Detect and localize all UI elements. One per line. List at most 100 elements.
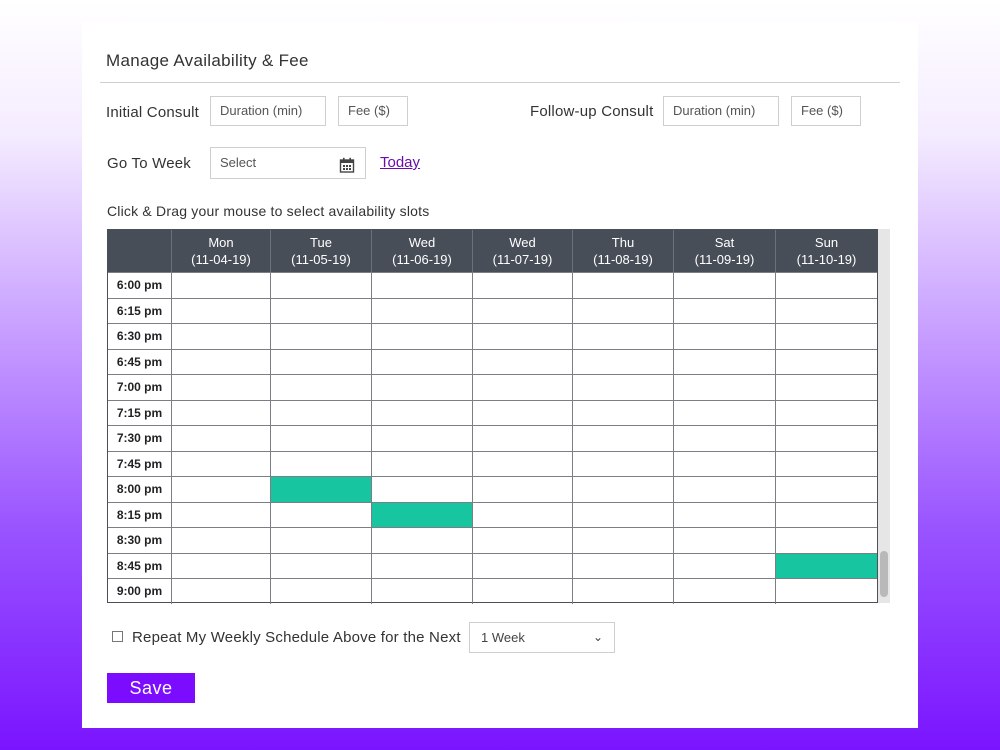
slot-cell[interactable] <box>472 349 572 374</box>
slot-cell[interactable] <box>171 502 270 527</box>
slot-cell[interactable] <box>171 553 270 578</box>
followup-duration-input[interactable]: Duration (min) <box>663 96 779 126</box>
slot-cell[interactable] <box>270 375 371 400</box>
slot-cell[interactable] <box>371 349 472 374</box>
slot-cell[interactable] <box>673 528 775 553</box>
today-link[interactable]: Today <box>380 154 420 171</box>
slot-cell[interactable] <box>572 400 673 425</box>
slot-cell[interactable] <box>472 375 572 400</box>
slot-cell[interactable] <box>775 349 877 374</box>
repeat-checkbox[interactable] <box>112 631 123 642</box>
slot-cell[interactable] <box>572 528 673 553</box>
slot-cell[interactable] <box>572 579 673 604</box>
initial-fee-input[interactable]: Fee ($) <box>338 96 408 126</box>
slot-cell[interactable] <box>171 273 270 298</box>
slot-cell[interactable] <box>775 273 877 298</box>
slot-cell[interactable] <box>371 400 472 425</box>
slot-cell[interactable] <box>171 477 270 502</box>
slot-cell[interactable] <box>371 426 472 451</box>
slot-cell[interactable] <box>572 553 673 578</box>
slot-cell[interactable] <box>572 349 673 374</box>
slot-cell[interactable] <box>775 579 877 604</box>
slot-cell[interactable] <box>673 400 775 425</box>
slot-cell[interactable] <box>270 298 371 323</box>
slot-cell[interactable] <box>673 324 775 349</box>
slot-cell[interactable] <box>270 324 371 349</box>
slot-cell[interactable] <box>270 400 371 425</box>
followup-fee-input[interactable]: Fee ($) <box>791 96 861 126</box>
slot-cell[interactable] <box>775 375 877 400</box>
slot-cell[interactable] <box>472 426 572 451</box>
slot-cell[interactable] <box>270 426 371 451</box>
slot-cell[interactable] <box>673 477 775 502</box>
slot-cell[interactable] <box>171 298 270 323</box>
slot-cell[interactable] <box>775 477 877 502</box>
slot-cell[interactable] <box>572 502 673 527</box>
slot-cell[interactable] <box>673 426 775 451</box>
slot-cell[interactable] <box>775 451 877 476</box>
slot-cell[interactable] <box>673 579 775 604</box>
slot-cell[interactable] <box>270 451 371 476</box>
slot-cell[interactable] <box>673 553 775 578</box>
slot-cell[interactable] <box>472 528 572 553</box>
slot-cell[interactable] <box>270 273 371 298</box>
week-select-input[interactable]: Select <box>210 147 366 179</box>
slot-cell[interactable] <box>371 528 472 553</box>
slot-cell[interactable] <box>472 324 572 349</box>
slot-cell[interactable] <box>171 579 270 604</box>
slot-cell[interactable] <box>572 298 673 323</box>
slot-cell[interactable] <box>673 349 775 374</box>
slot-cell[interactable] <box>572 451 673 476</box>
slot-cell[interactable] <box>171 324 270 349</box>
slot-cell[interactable] <box>472 502 572 527</box>
slot-cell[interactable] <box>171 400 270 425</box>
slot-cell[interactable] <box>371 477 472 502</box>
slot-cell[interactable] <box>775 324 877 349</box>
slot-cell[interactable] <box>775 400 877 425</box>
slot-cell[interactable] <box>371 375 472 400</box>
repeat-weeks-select[interactable]: 1 Week ⌄ <box>469 622 615 653</box>
slot-cell[interactable] <box>371 579 472 604</box>
slot-selected[interactable] <box>270 477 371 502</box>
slot-cell[interactable] <box>775 528 877 553</box>
slot-cell[interactable] <box>572 273 673 298</box>
slot-cell[interactable] <box>371 298 472 323</box>
slot-cell[interactable] <box>270 579 371 604</box>
initial-duration-input[interactable]: Duration (min) <box>210 96 326 126</box>
slot-cell[interactable] <box>371 324 472 349</box>
scrollbar-thumb[interactable] <box>880 551 888 597</box>
slot-cell[interactable] <box>472 400 572 425</box>
slot-cell[interactable] <box>572 324 673 349</box>
slot-cell[interactable] <box>572 426 673 451</box>
slot-cell[interactable] <box>572 375 673 400</box>
slot-cell[interactable] <box>775 298 877 323</box>
slot-cell[interactable] <box>171 451 270 476</box>
slot-cell[interactable] <box>572 477 673 502</box>
slot-cell[interactable] <box>673 451 775 476</box>
slot-cell[interactable] <box>371 451 472 476</box>
slot-cell[interactable] <box>472 273 572 298</box>
slot-cell[interactable] <box>270 502 371 527</box>
slot-selected[interactable] <box>371 502 472 527</box>
slot-cell[interactable] <box>270 528 371 553</box>
slot-cell[interactable] <box>472 579 572 604</box>
slot-cell[interactable] <box>775 426 877 451</box>
slot-cell[interactable] <box>673 298 775 323</box>
slot-cell[interactable] <box>270 553 371 578</box>
slot-cell[interactable] <box>472 477 572 502</box>
slot-cell[interactable] <box>472 451 572 476</box>
slot-cell[interactable] <box>171 375 270 400</box>
slot-cell[interactable] <box>270 349 371 374</box>
slot-selected[interactable] <box>775 553 877 578</box>
slot-cell[interactable] <box>673 502 775 527</box>
save-button[interactable]: Save <box>107 673 195 703</box>
slot-cell[interactable] <box>472 298 572 323</box>
slot-cell[interactable] <box>171 349 270 374</box>
slot-cell[interactable] <box>472 553 572 578</box>
slot-cell[interactable] <box>371 553 472 578</box>
grid-scrollbar[interactable] <box>878 229 890 603</box>
slot-cell[interactable] <box>371 273 472 298</box>
slot-cell[interactable] <box>775 502 877 527</box>
slot-cell[interactable] <box>171 426 270 451</box>
slot-cell[interactable] <box>171 528 270 553</box>
